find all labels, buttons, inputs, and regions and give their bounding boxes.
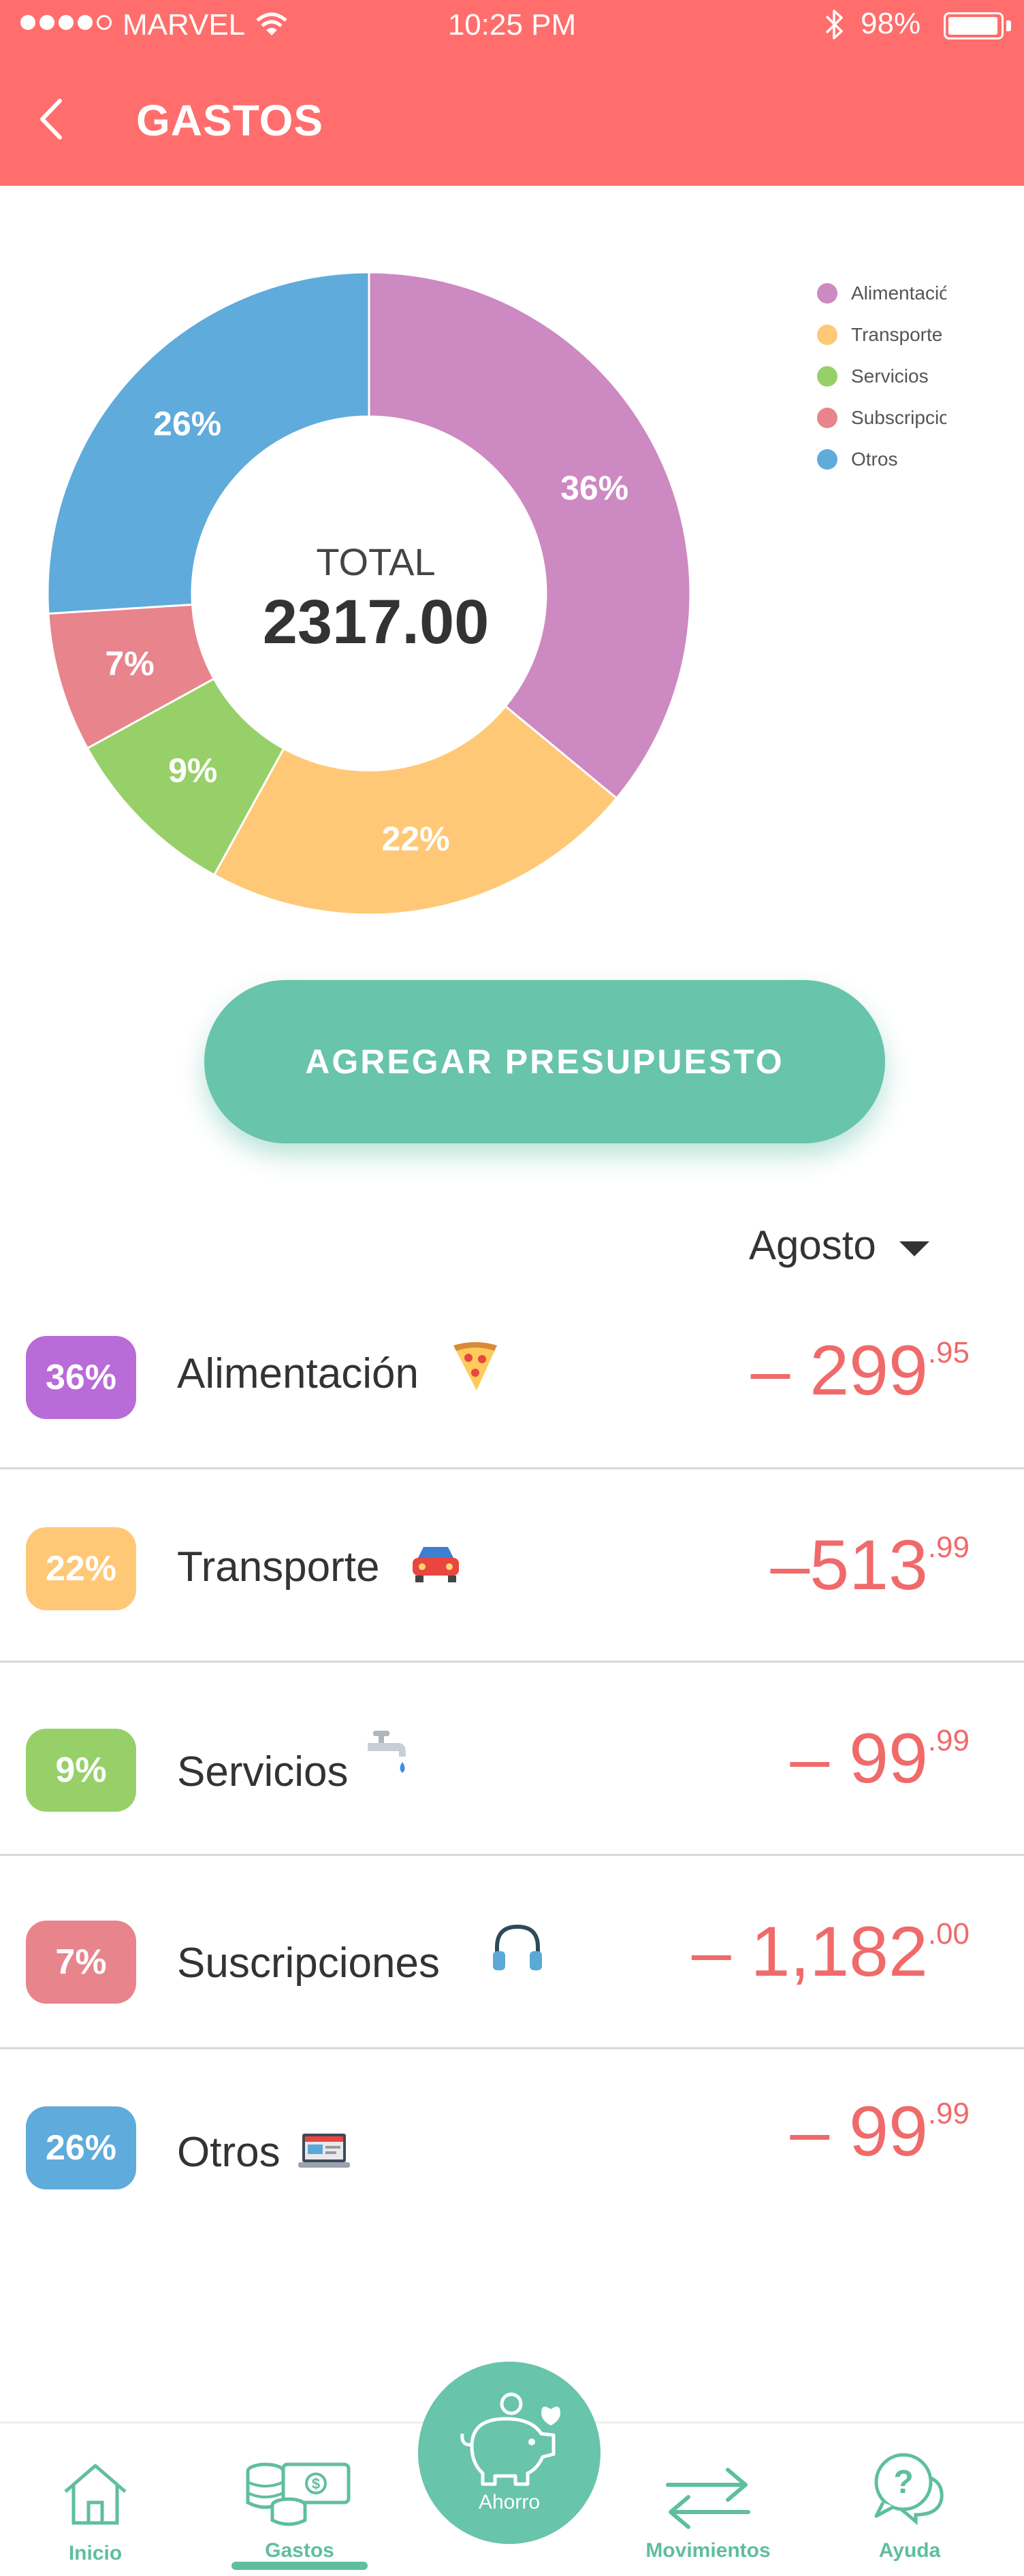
battery-icon (944, 12, 1004, 39)
expense-row[interactable]: 7% Suscripciones – 1,182.00 (0, 1856, 1024, 2049)
legend-swatch (817, 407, 837, 428)
back-arrow-icon[interactable] (35, 95, 69, 143)
percent-badge: 7% (26, 1921, 136, 2004)
expense-category: Transporte (177, 1544, 380, 1591)
expense-amount: – 1,182.00 (691, 1912, 970, 1991)
slice-label: 9% (168, 751, 217, 789)
chart-center-value: 2317.00 (263, 587, 490, 657)
bluetooth-icon (825, 10, 843, 39)
tab-movimientos[interactable]: Movimientos (626, 2424, 790, 2576)
faucet-icon (368, 1731, 406, 1773)
legend-item: Servicios (817, 355, 946, 397)
month-dropdown[interactable]: Agosto (749, 1222, 929, 1269)
legend-swatch (817, 449, 837, 470)
help-chat-icon: ? (874, 2453, 944, 2526)
legend-swatch (817, 365, 837, 387)
legend-label: Transporte (851, 323, 943, 345)
slice-label: 22% (382, 820, 450, 858)
expense-row[interactable]: 26% Otros – 99.99 (0, 2049, 1024, 2243)
tab-label: Ahorro (478, 2491, 541, 2513)
svg-text:$: $ (312, 2475, 320, 2492)
laptop-icon (298, 2134, 350, 2168)
percent-badge: 9% (26, 1729, 136, 1812)
tab-label: Ayuda (878, 2539, 941, 2562)
legend-swatch (817, 282, 837, 304)
piggy-bank-icon (460, 2392, 560, 2486)
legend-label: Servicios (851, 365, 929, 387)
legend-item: Transporte (817, 314, 946, 355)
transfer-arrows-icon (666, 2468, 750, 2529)
chart-center-label: TOTAL (316, 540, 435, 583)
legend-label: Subscripciones (851, 406, 946, 428)
svg-text:?: ? (893, 2464, 913, 2500)
expense-amount: – 299.95 (750, 1331, 970, 1410)
tab-gastos[interactable]: $ Gastos (231, 2424, 368, 2576)
money-icon: $ (246, 2462, 351, 2526)
legend-label: Alimentación (851, 282, 946, 304)
expense-row[interactable]: 9% Servicios – 99.99 (0, 1663, 1024, 1856)
tab-inicio[interactable]: Inicio (41, 2424, 150, 2576)
expense-category: Otros (177, 2129, 281, 2176)
active-tab-indicator (231, 2562, 368, 2570)
expense-amount: –513.99 (770, 1526, 970, 1605)
page-title: GASTOS (136, 96, 324, 145)
tab-ahorro[interactable]: Ahorro (418, 2362, 601, 2544)
tab-label: Movimientos (645, 2539, 771, 2562)
legend-item: Otros (817, 438, 946, 480)
legend-item: Alimentación (817, 272, 946, 314)
expenses-donut-chart: 36% 22% 9% 7% 26% TOTAL 2317.00 (46, 271, 692, 916)
expense-row[interactable]: 36% Alimentación – 299.95 (0, 1276, 1024, 1469)
status-bar: MARVEL 10:25 PM 98% (0, 0, 1024, 52)
expense-category: Suscripciones (177, 1940, 440, 1987)
expense-amount: – 99.99 (790, 1719, 970, 1798)
month-value: Agosto (749, 1222, 876, 1268)
app-header: MARVEL 10:25 PM 98% GASTOS (0, 0, 1024, 186)
tab-label: Inicio (68, 2542, 123, 2564)
battery-percent: 98% (861, 7, 921, 40)
expense-amount: – 99.99 (790, 2092, 970, 2171)
slice-label: 7% (105, 645, 154, 683)
slice-label: 26% (153, 404, 221, 442)
tab-ayuda[interactable]: ? Ayuda (855, 2424, 964, 2576)
legend-swatch (817, 324, 837, 345)
percent-badge: 22% (26, 1527, 136, 1610)
caret-down-icon (899, 1241, 929, 1256)
expense-category: Alimentación (177, 1350, 419, 1397)
home-icon (64, 2464, 127, 2525)
chart-legend: Alimentación Transporte Servicios Subscripc… (817, 272, 1021, 480)
headphones-icon (493, 1924, 542, 1970)
expense-row[interactable]: 22% Transporte –513.99 (0, 1469, 1024, 1663)
car-icon (413, 1547, 459, 1582)
percent-badge: 26% (26, 2106, 136, 2189)
expense-category: Servicios (177, 1748, 349, 1795)
legend-label: Otros (851, 448, 898, 470)
tab-label: Gastos (265, 2539, 334, 2562)
pizza-icon (453, 1342, 497, 1390)
add-budget-button[interactable]: AGREGAR PRESUPUESTO (204, 980, 885, 1143)
percent-badge: 36% (26, 1336, 136, 1419)
legend-item: Subscripciones (817, 397, 946, 438)
slice-label: 36% (560, 469, 628, 507)
donut-slice (368, 271, 692, 800)
